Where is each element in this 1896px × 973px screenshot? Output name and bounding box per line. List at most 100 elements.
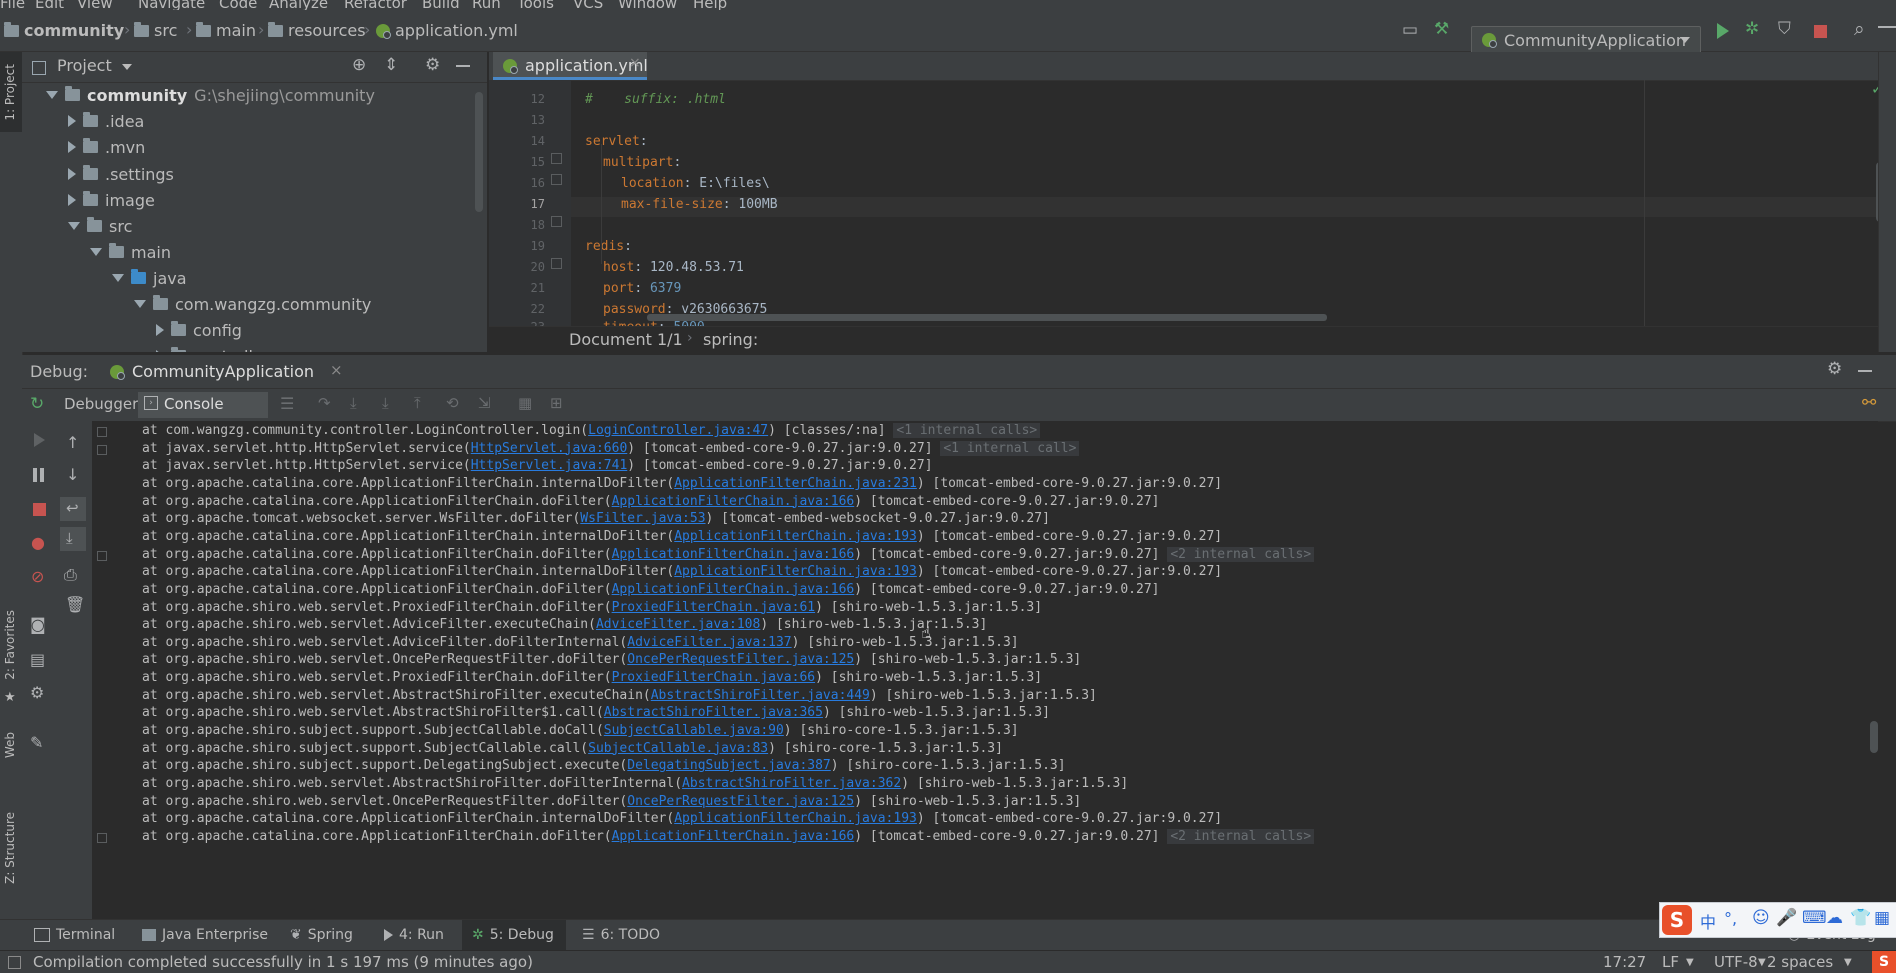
gear-icon[interactable]: ⚙	[425, 55, 440, 75]
code-content[interactable]: # suffix: .html servlet: multipart: loca…	[571, 80, 1896, 326]
tree-item-idea[interactable]: .idea	[68, 108, 144, 134]
source-link[interactable]: OncePerRequestFilter.java:125	[627, 794, 854, 809]
source-link[interactable]: WsFilter.java:53	[580, 511, 705, 526]
step-out-icon[interactable]: ⤒	[414, 394, 421, 412]
collapse-all-icon[interactable]: ⇕	[384, 55, 398, 75]
tree-item-main[interactable]: main	[90, 239, 171, 265]
source-link[interactable]: SubjectCallable.java:83	[588, 741, 768, 756]
source-link[interactable]: AdviceFilter.java:137	[627, 635, 791, 650]
run-configuration-selector[interactable]: CommunityApplication	[1471, 26, 1701, 55]
gear-icon[interactable]: ⚙	[30, 683, 44, 702]
source-link[interactable]: AbstractShiroFilter.java:365	[604, 705, 823, 720]
sogou-tray-icon[interactable]: S	[1872, 951, 1896, 973]
grid-menu-icon[interactable]: ▦	[1874, 908, 1890, 928]
trash-icon[interactable]: 🗑	[65, 595, 85, 614]
build-hammer-icon[interactable]: ⚒	[1434, 19, 1449, 39]
internal-calls-badge[interactable]: <2 internal calls>	[1167, 546, 1315, 562]
fold-icon[interactable]	[97, 550, 107, 561]
console-scrollbar[interactable]	[1870, 721, 1878, 753]
menu-view[interactable]: View	[77, 0, 113, 10]
breadcrumb-document[interactable]: Document 1/1	[569, 330, 683, 349]
menu-edit[interactable]: Edit	[35, 0, 64, 10]
structure-tool-button[interactable]: Z: Structure	[3, 812, 17, 884]
fold-icon[interactable]	[97, 444, 107, 455]
tool-window-toggle-icon[interactable]	[8, 956, 21, 969]
source-link[interactable]: OncePerRequestFilter.java:125	[627, 652, 854, 667]
step-over-icon[interactable]: ↷	[318, 394, 331, 412]
project-panel-title[interactable]: Project	[57, 56, 112, 75]
menu-file[interactable]: File	[0, 0, 25, 10]
window-icon[interactable]: ▭	[1402, 20, 1418, 40]
resume-icon[interactable]	[34, 433, 45, 447]
source-link[interactable]: ApplicationFilterChain.java:166	[612, 582, 855, 597]
tool-tab-run[interactable]: 4: Run	[384, 927, 444, 943]
force-step-into-icon[interactable]: ⤓	[382, 394, 389, 412]
source-link[interactable]: ProxiedFilterChain.java:61	[612, 600, 816, 615]
source-link[interactable]: AdviceFilter.java:108	[596, 617, 760, 632]
tree-item-mvn[interactable]: .mvn	[68, 134, 145, 160]
source-link[interactable]: DelegatingSubject.java:387	[627, 758, 831, 773]
tree-item-image[interactable]: image	[68, 187, 155, 213]
source-link[interactable]: HttpServlet.java:741	[471, 458, 628, 473]
drop-frame-icon[interactable]: ⟲	[446, 394, 459, 412]
project-scrollbar[interactable]	[475, 92, 483, 212]
stop-icon[interactable]	[1814, 25, 1827, 38]
tree-item-src[interactable]: src	[68, 213, 132, 239]
internal-calls-badge[interactable]: <1 internal calls>	[893, 423, 1041, 438]
locate-icon[interactable]: ⊕	[352, 55, 366, 75]
menu-analyze[interactable]: Analyze	[269, 0, 328, 10]
menu-vcs[interactable]: VCS	[573, 0, 603, 10]
fold-icon[interactable]	[551, 153, 562, 164]
tab-debugger[interactable]: Debugger	[64, 395, 138, 413]
source-link[interactable]: HttpServlet.java:660	[471, 441, 628, 456]
menu-build[interactable]: Build	[422, 0, 460, 10]
breadcrumb-community[interactable]: community	[4, 21, 124, 40]
tree-item-config[interactable]: config	[156, 317, 242, 343]
tree-item-java[interactable]: java	[112, 265, 187, 291]
mute-breakpoints-icon[interactable]: ⊘	[31, 567, 44, 586]
fold-icon[interactable]	[551, 258, 562, 269]
source-link[interactable]: ApplicationFilterChain.java:193	[674, 811, 917, 826]
tree-item-community[interactable]: community G:\shejiing\community	[46, 82, 375, 108]
breadcrumb-spring[interactable]: spring:	[703, 330, 758, 349]
soft-wrap-button[interactable]: ↩	[60, 497, 86, 521]
internal-calls-badge[interactable]: <2 internal calls>	[1167, 828, 1315, 844]
tool-tab-spring[interactable]: ❦ Spring	[290, 927, 353, 943]
search-icon[interactable]: ⌕	[1854, 18, 1865, 40]
evaluate-icon[interactable]: ▦	[518, 394, 532, 412]
arrow-up-icon[interactable]: ↑	[66, 433, 79, 452]
scroll-to-end-button[interactable]: ⤓	[60, 527, 86, 551]
source-link[interactable]: ProxiedFilterChain.java:66	[612, 670, 816, 685]
share-icon[interactable]: ⚯	[1862, 393, 1876, 413]
tree-item-package[interactable]: com.wangzg.community	[134, 291, 371, 317]
source-link[interactable]: LoginController.java:47	[588, 423, 768, 438]
menu-run[interactable]: Run	[472, 0, 501, 10]
rerun-icon[interactable]: ↻	[30, 394, 44, 414]
tree-item-settings[interactable]: .settings	[68, 161, 174, 187]
microphone-icon[interactable]: 🎤	[1776, 908, 1797, 928]
menu-code[interactable]: Code	[219, 0, 257, 10]
debug-session-tab[interactable]: CommunityApplication ×	[104, 355, 344, 388]
menu-lines-icon[interactable]: ☰	[280, 394, 294, 413]
print-icon[interactable]: ⎙	[64, 565, 77, 585]
menu-refactor[interactable]: Refactor	[344, 0, 407, 10]
menu-tools[interactable]: Tools	[517, 0, 554, 10]
pin-icon[interactable]: ✎	[30, 733, 43, 752]
tool-tab-todo[interactable]: ☰ 6: TODO	[582, 927, 660, 943]
tab-console[interactable]: › Console	[138, 392, 268, 418]
source-link[interactable]: AbstractShiroFilter.java:449	[651, 688, 870, 703]
gear-icon[interactable]: ⚙	[1827, 359, 1842, 379]
tree-item-controller[interactable]: controller	[156, 343, 356, 352]
view-breakpoints-icon[interactable]: ●	[31, 533, 45, 552]
sogou-logo-icon[interactable]: S	[1662, 905, 1692, 935]
shirt-icon[interactable]: 👕	[1850, 908, 1871, 928]
editor-h-scrollbar[interactable]	[647, 314, 1327, 321]
menu-help[interactable]: Help	[693, 0, 727, 10]
debug-bug-icon[interactable]: ✲	[1745, 19, 1759, 39]
step-into-icon[interactable]: ⤓	[350, 394, 357, 412]
indent-setting[interactable]: 2 spaces	[1767, 953, 1833, 971]
source-link[interactable]: ApplicationFilterChain.java:231	[674, 476, 917, 491]
favorites-tool-button[interactable]: 2: Favorites	[3, 610, 17, 680]
source-link[interactable]: ApplicationFilterChain.java:193	[674, 564, 917, 579]
breadcrumb-resources[interactable]: resources	[268, 21, 366, 40]
